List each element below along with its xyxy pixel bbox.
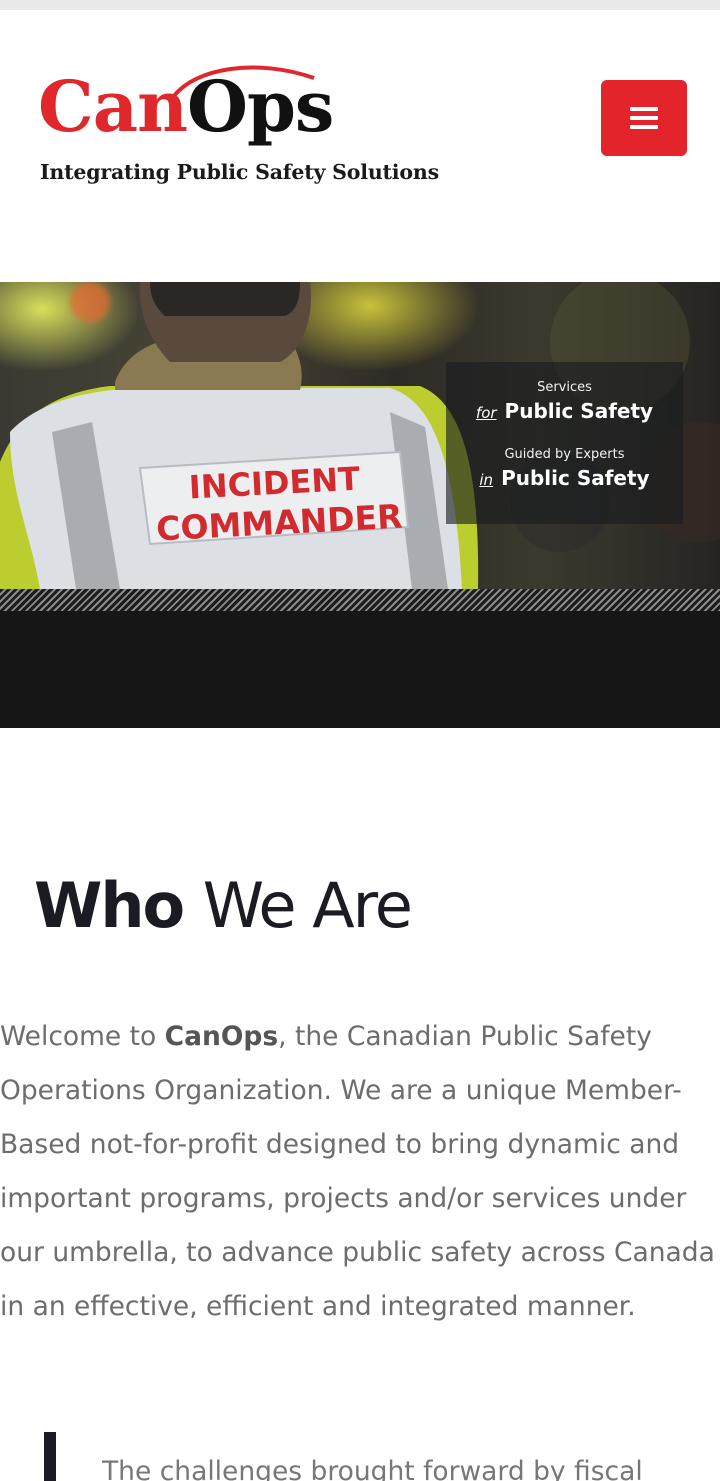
caption-public-safety-1: Public Safety <box>504 399 654 423</box>
blockquote-text: The challenges brought forward by fiscal <box>102 1456 643 1481</box>
hamburger-menu-button[interactable] <box>601 80 687 156</box>
heading-who: Who <box>34 869 185 942</box>
hero-caption-box: Services for Public Safety Guided by Expe… <box>446 362 683 524</box>
dark-band <box>0 611 720 728</box>
caption-public-safety-2: Public Safety <box>501 466 650 490</box>
top-strip <box>0 0 720 10</box>
caption-in: in <box>479 471 494 489</box>
caption-guided-by-experts: Guided by Experts <box>504 447 625 462</box>
caption-line-1: for Public Safety <box>446 399 683 423</box>
site-header: CanOps Integrating Public Safety Solutio… <box>0 10 720 282</box>
intro-paragraph: Welcome to CanOps, the Canadian Public S… <box>0 1010 718 1334</box>
logo-tagline: Integrating Public Safety Solutions <box>40 160 439 184</box>
caption-line-2: in Public Safety <box>446 466 683 490</box>
intro-before: Welcome to <box>0 1021 165 1052</box>
canops-logo[interactable]: CanOps Integrating Public Safety Solutio… <box>36 60 439 195</box>
logo-can: Can <box>38 65 188 148</box>
intro-brand: CanOps <box>164 1021 279 1052</box>
logo-ops: Ops <box>186 65 334 148</box>
blockquote-bar <box>44 1432 56 1481</box>
heading-we-are: We Are <box>202 869 413 942</box>
caption-for: for <box>475 404 497 422</box>
intro-after: , the Canadian Public Safety Operations … <box>0 1021 715 1322</box>
logo-wordmark: CanOps <box>38 72 334 142</box>
caption-services: Services <box>537 380 592 395</box>
hero-hatched-divider <box>0 589 720 613</box>
who-we-are-heading: Who We Are <box>34 869 413 942</box>
